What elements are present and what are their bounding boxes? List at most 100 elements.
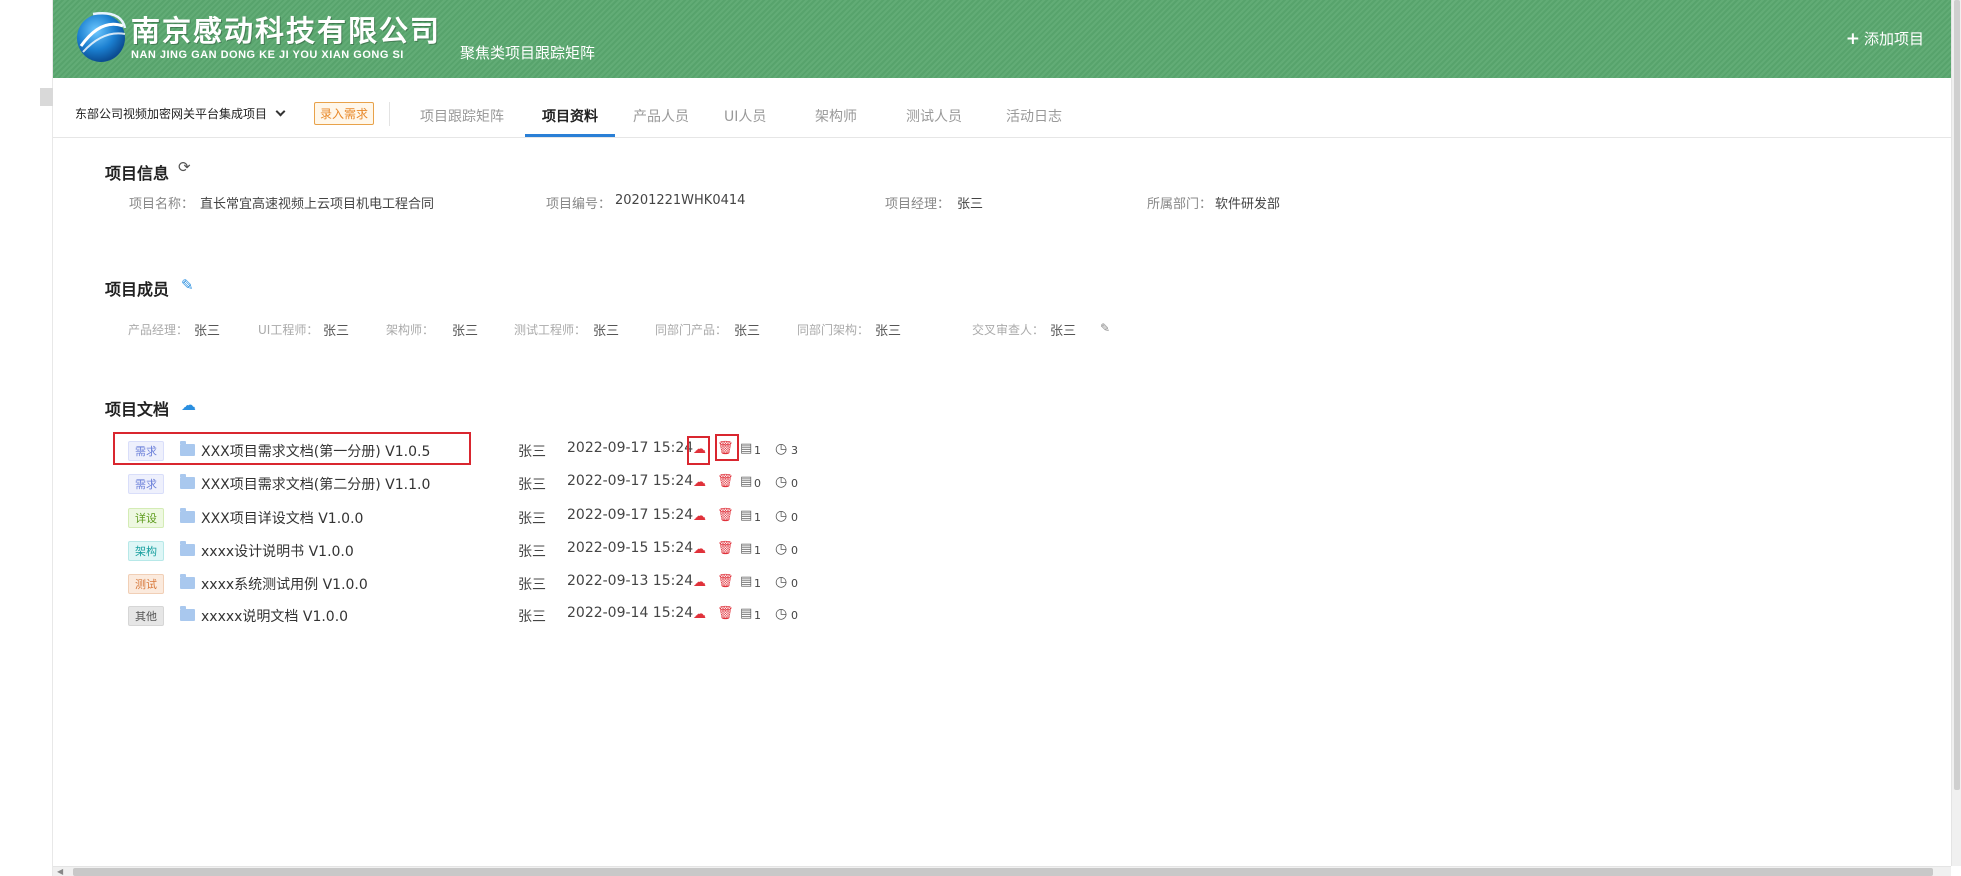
app-subtitle: 聚焦类项目跟踪矩阵 bbox=[460, 44, 596, 62]
doc-time: 2022-09-17 15:24 bbox=[567, 440, 694, 456]
member-label: 同部门产品： bbox=[655, 323, 728, 337]
clock-icon[interactable]: ◷ bbox=[775, 441, 787, 457]
version-count: 1 bbox=[754, 544, 761, 557]
member-value: 张三 bbox=[593, 324, 620, 339]
doc-name-link[interactable]: xxxx系统测试用例 V1.0.0 bbox=[201, 574, 368, 594]
version-count: 1 bbox=[754, 609, 761, 622]
doc-time: 2022-09-14 15:24 bbox=[567, 605, 694, 621]
tab-activity-log[interactable]: 活动日志 bbox=[1006, 106, 1062, 126]
plus-icon: + bbox=[1845, 29, 1860, 49]
history-count: 3 bbox=[791, 444, 798, 457]
tab-project-docs[interactable]: 项目资料 bbox=[542, 106, 598, 126]
version-count: 1 bbox=[754, 444, 761, 457]
clock-icon[interactable]: ◷ bbox=[775, 606, 787, 622]
trash-icon[interactable]: 🗑 bbox=[717, 606, 734, 621]
doc-row: 测试 xxxx系统测试用例 V1.0.0 张三 2022-09-13 15:24 ☁ 🗑 ▤… bbox=[128, 570, 828, 596]
doc-name-link[interactable]: xxxx设计说明书 V1.0.0 bbox=[201, 541, 354, 561]
version-doc-icon[interactable]: ▤ bbox=[740, 574, 752, 589]
horizontal-scrollbar[interactable]: ◀ bbox=[53, 866, 1951, 876]
member-label: 交叉审查人： bbox=[972, 323, 1045, 337]
member-value: 张三 bbox=[452, 324, 479, 339]
enter-requirement-button[interactable]: 录入需求 bbox=[314, 102, 375, 125]
doc-name-link[interactable]: xxxxx说明文档 V1.0.0 bbox=[201, 606, 348, 626]
doc-name-link[interactable]: XXX项目详设文档 V1.0.0 bbox=[201, 508, 363, 528]
vertical-scrollbar[interactable] bbox=[1951, 0, 1961, 866]
version-count: 1 bbox=[754, 577, 761, 590]
tab-bar: 东部公司视频加密网关平台集成项目 录入需求 项目跟踪矩阵 项目资料 产品人员 U… bbox=[53, 78, 1951, 138]
department-value: 软件研发部 bbox=[1215, 197, 1281, 212]
project-members-title: 项目成员 bbox=[105, 280, 170, 299]
tab-product-staff[interactable]: 产品人员 bbox=[633, 106, 689, 126]
member-label: 产品经理： bbox=[128, 323, 189, 337]
doc-owner: 张三 bbox=[518, 444, 546, 460]
member-value: 张三 bbox=[323, 324, 350, 339]
cloud-download-icon[interactable]: ☁ bbox=[693, 575, 706, 590]
app-header: 南京感动科技有限公司 NAN JING GAN DONG KE JI YOU X… bbox=[53, 0, 1951, 78]
doc-tag: 需求 bbox=[128, 474, 164, 494]
clock-icon[interactable]: ◷ bbox=[775, 508, 787, 524]
divider bbox=[389, 102, 390, 126]
doc-owner: 张三 bbox=[518, 609, 546, 625]
trash-icon[interactable]: 🗑 bbox=[717, 541, 734, 556]
info-label: 项目名称： bbox=[129, 197, 195, 212]
project-name-value: 直长常宜高速视频上云项目机电工程合同 bbox=[200, 197, 435, 212]
tab-architect[interactable]: 架构师 bbox=[815, 106, 857, 126]
doc-name-link[interactable]: XXX项目需求文档(第二分册) V1.1.0 bbox=[201, 474, 430, 494]
chevron-down-icon bbox=[275, 106, 286, 117]
doc-row: 详设 XXX项目详设文档 V1.0.0 张三 2022-09-17 15:24 ☁ 🗑 ▤ 1… bbox=[128, 504, 828, 530]
version-doc-icon[interactable]: ▤ bbox=[740, 441, 752, 456]
folder-icon bbox=[180, 541, 195, 556]
version-doc-icon[interactable]: ▤ bbox=[740, 541, 752, 556]
history-count: 0 bbox=[791, 577, 798, 590]
history-count: 0 bbox=[791, 544, 798, 557]
doc-tag: 测试 bbox=[128, 574, 164, 594]
version-count: 0 bbox=[754, 477, 761, 490]
add-project-label: 添加项目 bbox=[1863, 30, 1924, 48]
folder-icon bbox=[180, 474, 195, 489]
clock-icon[interactable]: ◷ bbox=[775, 574, 787, 590]
member-value: 张三 bbox=[734, 324, 761, 339]
doc-owner: 张三 bbox=[518, 511, 546, 527]
version-doc-icon[interactable]: ▤ bbox=[740, 606, 752, 621]
info-label: 项目经理： bbox=[885, 197, 951, 212]
doc-row: 其他 xxxxx说明文档 V1.0.0 张三 2022-09-14 15:24 ☁ 🗑 ▤ 1… bbox=[128, 602, 828, 628]
member-value: 张三 bbox=[1050, 324, 1077, 339]
cloud-download-icon[interactable]: ☁ bbox=[693, 542, 706, 557]
doc-row: 需求 XXX项目需求文档(第二分册) V1.1.0 张三 2022-09-17 15:… bbox=[128, 470, 828, 496]
cloud-download-icon[interactable]: ☁ bbox=[693, 509, 706, 524]
refresh-icon[interactable]: ⟳ bbox=[178, 158, 191, 176]
cloud-upload-icon[interactable]: ☁ bbox=[181, 396, 196, 414]
version-doc-icon[interactable]: ▤ bbox=[740, 474, 752, 489]
doc-time: 2022-09-15 15:24 bbox=[567, 540, 694, 556]
cloud-download-icon[interactable]: ☁ bbox=[693, 607, 706, 622]
vertical-scroll-thumb[interactable] bbox=[1954, 0, 1960, 790]
globe-logo-icon bbox=[77, 12, 127, 62]
cloud-download-icon[interactable]: ☁ bbox=[693, 475, 706, 490]
edit-members-icon[interactable]: ✎ bbox=[181, 276, 194, 294]
highlight-box bbox=[113, 432, 471, 465]
doc-tag: 详设 bbox=[128, 508, 164, 528]
doc-row: 架构 xxxx设计说明书 V1.0.0 张三 2022-09-15 15:24 ☁ 🗑 ▤ 1… bbox=[128, 537, 828, 563]
tab-test-staff[interactable]: 测试人员 bbox=[906, 106, 962, 126]
member-label: 架构师： bbox=[386, 323, 435, 337]
tab-tracking-matrix[interactable]: 项目跟踪矩阵 bbox=[420, 106, 504, 126]
clock-icon[interactable]: ◷ bbox=[775, 541, 787, 557]
version-doc-icon[interactable]: ▤ bbox=[740, 508, 752, 523]
trash-icon[interactable]: 🗑 bbox=[717, 508, 734, 523]
clock-icon[interactable]: ◷ bbox=[775, 474, 787, 490]
highlight-box bbox=[687, 436, 710, 465]
folder-icon bbox=[180, 606, 195, 621]
project-select-value: 东部公司视频加密网关平台集成项目 bbox=[75, 107, 268, 121]
doc-time: 2022-09-17 15:24 bbox=[567, 473, 694, 489]
edit-reviewer-icon[interactable]: ✎ bbox=[1100, 321, 1110, 335]
trash-icon[interactable]: 🗑 bbox=[717, 574, 734, 589]
tab-ui-staff[interactable]: UI人员 bbox=[724, 106, 766, 126]
project-select-dropdown[interactable]: 东部公司视频加密网关平台集成项目 bbox=[75, 105, 286, 122]
scroll-left-icon[interactable]: ◀ bbox=[57, 867, 63, 876]
doc-owner: 张三 bbox=[518, 577, 546, 593]
trash-icon[interactable]: 🗑 bbox=[717, 474, 734, 489]
doc-owner: 张三 bbox=[518, 544, 546, 560]
add-project-button[interactable]: + 添加项目 bbox=[1846, 28, 1924, 49]
horizontal-scroll-thumb[interactable] bbox=[73, 868, 1933, 876]
member-label: UI工程师： bbox=[258, 323, 319, 337]
